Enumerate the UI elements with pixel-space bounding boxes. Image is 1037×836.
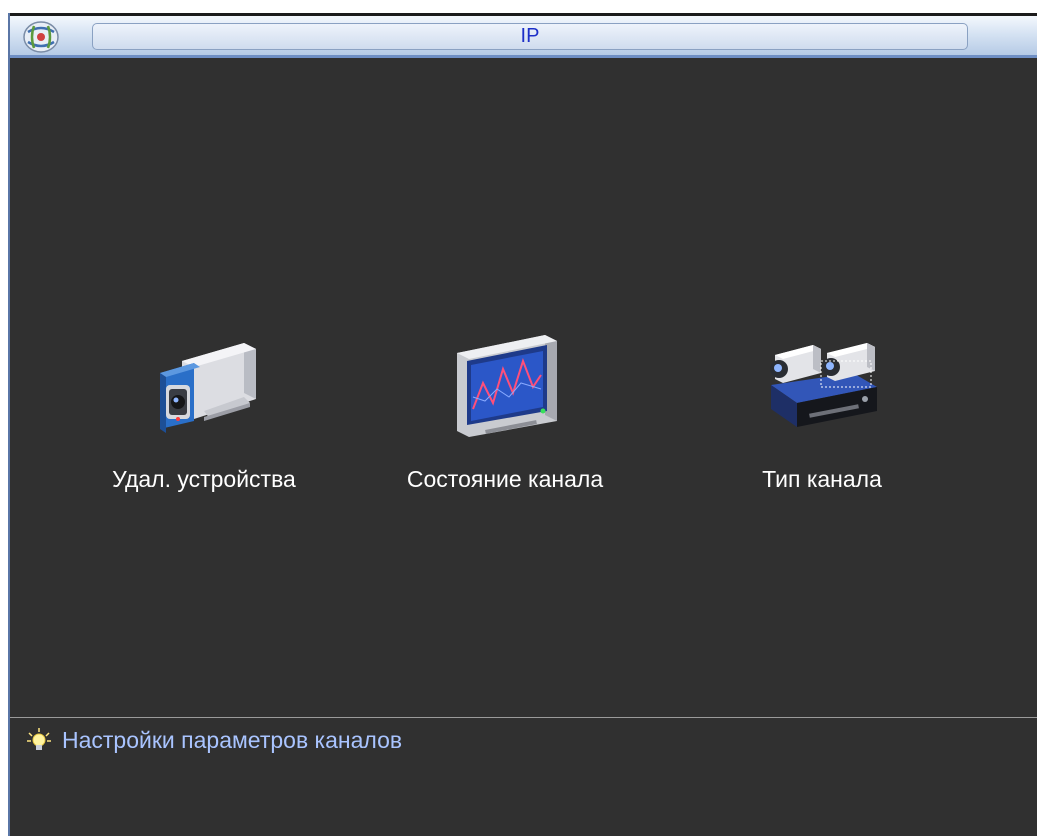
menu-item-label: Тип канала [762,466,882,492]
ip-settings-window: IP Удал. устройства Состояние канала Тип… [8,13,1037,836]
menu-item-label: Состояние канала [406,466,604,492]
menu-item-label: Удал. устройства [112,466,296,492]
app-logo-icon [23,21,59,53]
divider [10,717,1037,718]
remote-camera-icon [160,343,256,433]
menu-item-channel-status[interactable]: Состояние канала [365,331,645,501]
hint-bar: Настройки параметров каналов [26,725,402,755]
menu-item-remote-devices[interactable]: Удал. устройства [64,331,344,501]
menu-item-channel-type[interactable]: Тип канала [682,331,962,501]
window-title: IP [520,25,540,47]
hint-text: Настройки параметров каналов [62,726,403,753]
title-bar: IP [10,13,1037,58]
lightbulb-icon [27,728,51,750]
cameras-recorder-icon [770,343,877,427]
monitor-status-icon [457,335,557,437]
title-field: IP [92,23,968,50]
